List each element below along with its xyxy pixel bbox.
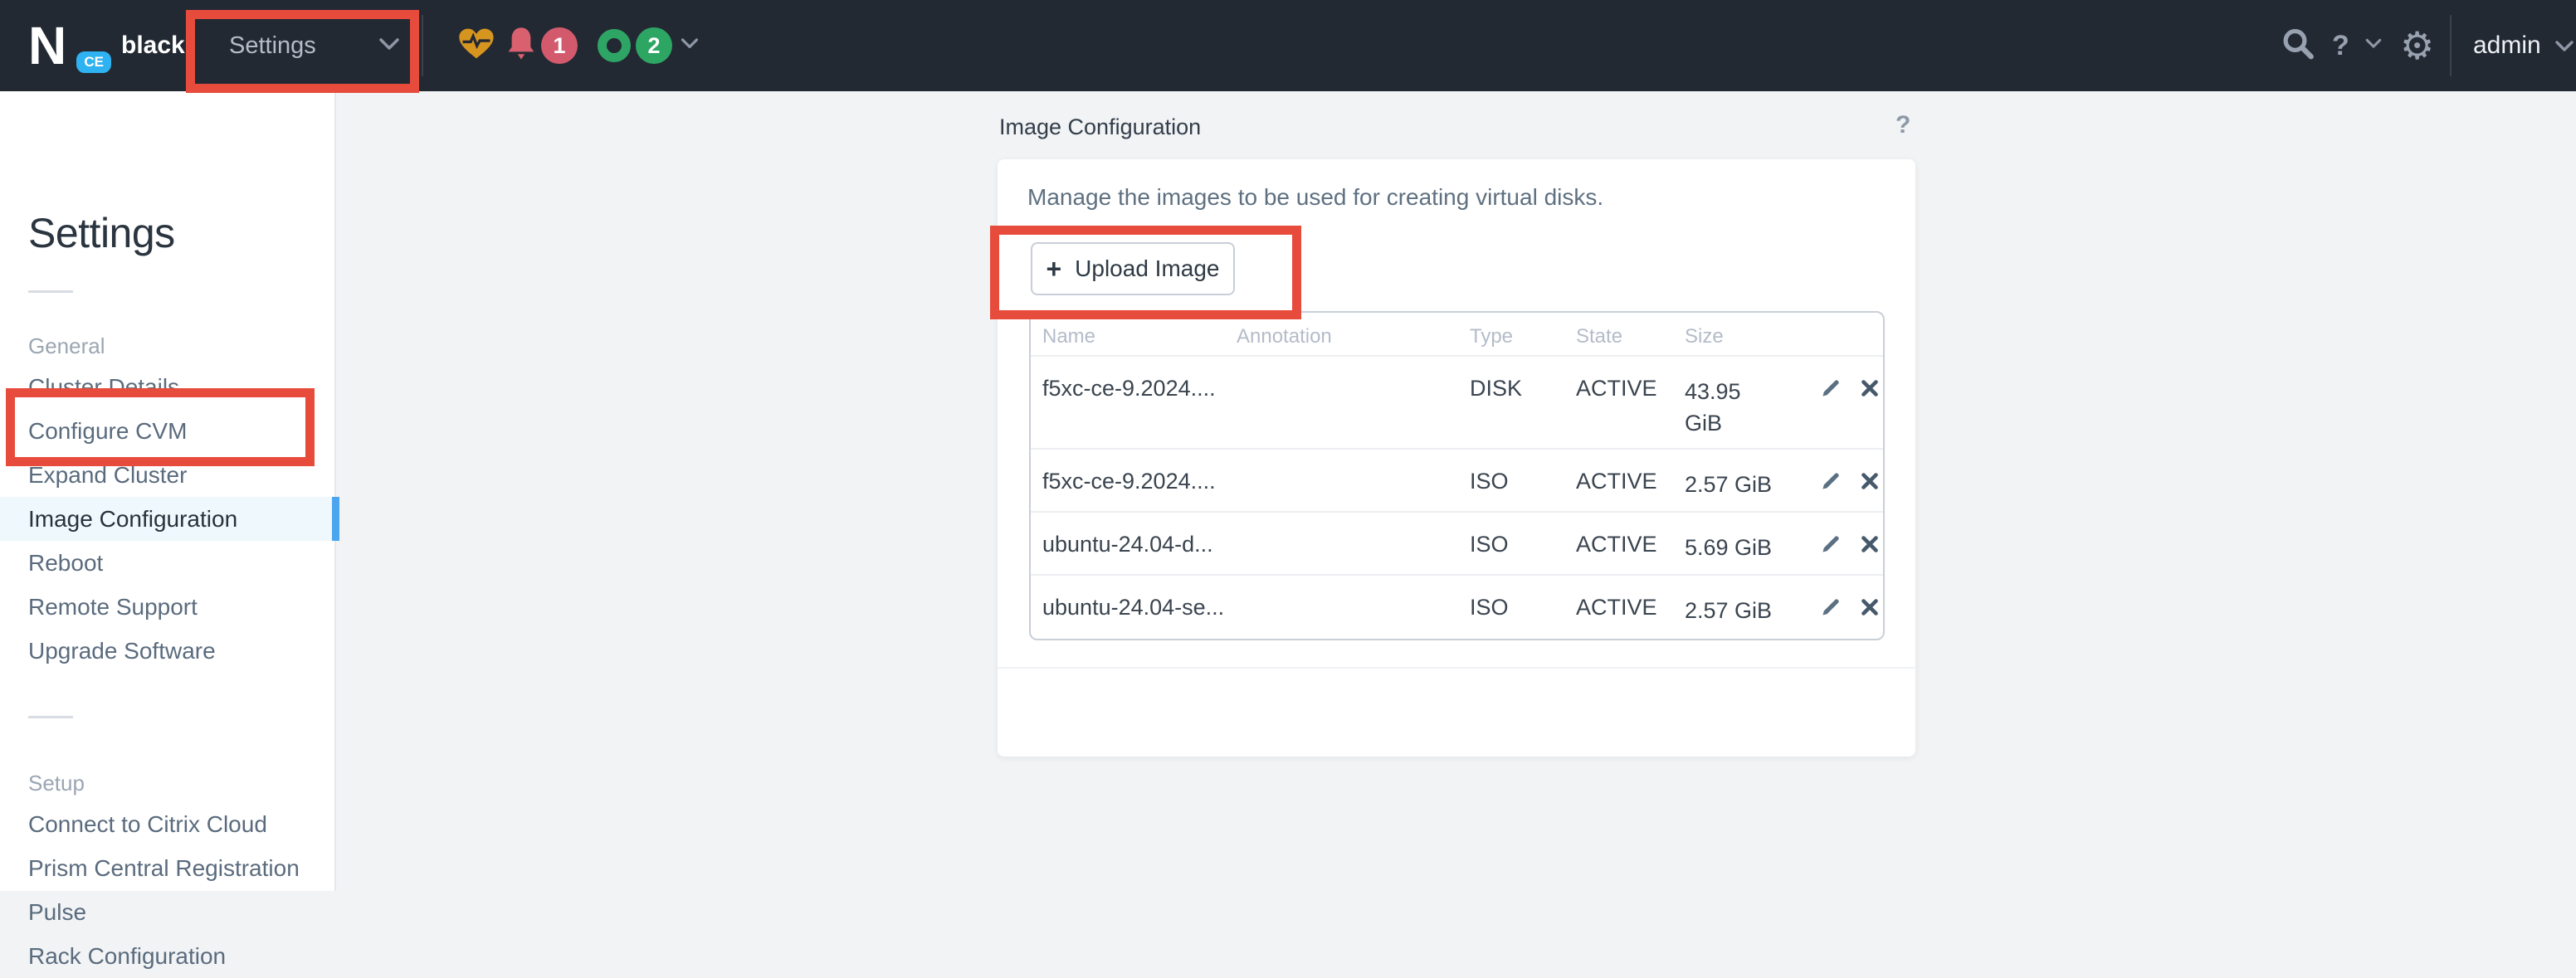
sidebar-divider [28, 716, 73, 718]
image-table-row[interactable]: f5xc-ce-9.2024.... ISO ACTIVE 2.57 GiB [1031, 450, 1883, 513]
navbar-divider [422, 15, 423, 76]
chevron-down-icon[interactable] [681, 38, 699, 54]
image-state-cell: ACTIVE [1576, 576, 1685, 639]
sidebar-item-remote-support[interactable]: Remote Support [0, 585, 334, 629]
column-header-name: Name [1031, 313, 1237, 357]
alerts-count-badge[interactable]: 1 [541, 27, 578, 64]
sidebar-items: Connect to Citrix CloudPrism Central Reg… [0, 802, 334, 978]
sidebar-sections: General Cluster DetailsConfigure CVMExpa… [0, 327, 334, 978]
search-icon[interactable] [2281, 27, 2315, 66]
column-header-state: State [1576, 313, 1685, 357]
image-state-cell: ACTIVE [1576, 513, 1685, 576]
edit-pencil-icon[interactable] [1820, 470, 1842, 492]
image-table-row[interactable]: ubuntu-24.04-d... ISO ACTIVE 5.69 GiB [1031, 513, 1883, 576]
image-configuration-card: Manage the images to be used for creatin… [998, 159, 1915, 757]
column-header-annotation: Annotation [1237, 313, 1470, 357]
chevron-down-icon [2554, 40, 2574, 52]
delete-x-icon[interactable] [1860, 378, 1880, 398]
card-description: Manage the images to be used for creatin… [1027, 184, 1603, 211]
gear-icon[interactable]: ⚙ [2400, 27, 2434, 65]
health-heart-icon[interactable] [458, 27, 495, 65]
ce-edition-badge: CE [73, 48, 115, 76]
help-icon[interactable]: ? [2332, 32, 2349, 60]
page-title: Image Configuration [999, 114, 1201, 140]
image-actions-cell [1820, 450, 1883, 513]
image-size-cell: 2.57 GiB [1685, 450, 1820, 513]
images-table: Name Annotation Type State Size f5xc-ce-… [1029, 311, 1885, 640]
image-type-cell: ISO [1470, 576, 1576, 639]
page-help-icon[interactable]: ? [1895, 111, 1910, 139]
image-actions-cell [1820, 513, 1883, 576]
images-table-body: f5xc-ce-9.2024.... DISK ACTIVE 43.95 GiB… [1031, 357, 1883, 639]
sidebar-item-cluster-details[interactable]: Cluster Details [0, 365, 334, 409]
sidebar-section-label: Setup [0, 764, 334, 802]
sidebar-item-configure-cvm[interactable]: Configure CVM [0, 409, 334, 453]
image-state-cell: ACTIVE [1576, 357, 1685, 450]
plus-icon: + [1046, 255, 1061, 282]
image-size-cell: 2.57 GiB [1685, 576, 1820, 639]
sidebar-item-expand-cluster[interactable]: Expand Cluster [0, 453, 334, 497]
settings-sidebar: Settings General Cluster DetailsConfigur… [0, 91, 336, 891]
edit-pencil-icon[interactable] [1820, 377, 1842, 399]
image-actions-cell [1820, 357, 1883, 450]
user-menu[interactable]: admin [2473, 32, 2574, 60]
alerts-bell-icon[interactable] [505, 26, 538, 66]
delete-x-icon[interactable] [1860, 471, 1880, 491]
upload-image-button[interactable]: + Upload Image [1031, 242, 1235, 295]
cluster-name[interactable]: black [121, 32, 185, 60]
delete-x-icon[interactable] [1860, 597, 1880, 617]
image-type-cell: DISK [1470, 357, 1576, 450]
card-footer-divider [998, 667, 1915, 669]
image-size-cell: 43.95 GiB [1685, 357, 1820, 450]
column-header-size: Size [1685, 313, 1820, 357]
nutanix-logo[interactable]: N CE [28, 17, 100, 75]
delete-x-icon[interactable] [1860, 534, 1880, 554]
sidebar-section: Setup Connect to Citrix CloudPrism Centr… [0, 764, 334, 978]
sidebar-item-upgrade-software[interactable]: Upgrade Software [0, 629, 334, 673]
sidebar-title: Settings [28, 209, 175, 257]
sidebar-item-rack-configuration[interactable]: Rack Configuration [0, 934, 334, 978]
image-name-cell: ubuntu-24.04-se... [1031, 576, 1237, 639]
sidebar-section: General Cluster DetailsConfigure CVMExpa… [0, 327, 334, 673]
table-header-row: Name Annotation Type State Size [1031, 313, 1883, 357]
image-actions-cell [1820, 576, 1883, 639]
tasks-ring-icon[interactable] [598, 29, 631, 62]
sidebar-item-reboot[interactable]: Reboot [0, 541, 334, 585]
image-state-cell: ACTIVE [1576, 450, 1685, 513]
image-type-cell: ISO [1470, 450, 1576, 513]
image-name-cell: f5xc-ce-9.2024.... [1031, 450, 1237, 513]
image-name-cell: ubuntu-24.04-d... [1031, 513, 1237, 576]
top-navbar: N CE black Settings 1 2 ? ⚙ [0, 0, 2576, 91]
image-table-row[interactable]: ubuntu-24.04-se... ISO ACTIVE 2.57 GiB [1031, 576, 1883, 639]
column-header-type: Type [1470, 313, 1576, 357]
navbar-divider [2450, 15, 2452, 76]
edit-pencil-icon[interactable] [1820, 533, 1842, 555]
column-header-actions [1820, 313, 1883, 357]
sidebar-item-prism-central-registration[interactable]: Prism Central Registration [0, 846, 334, 890]
upload-image-label: Upload Image [1075, 255, 1219, 282]
image-annotation-cell [1237, 357, 1470, 450]
sidebar-item-connect-to-citrix-cloud[interactable]: Connect to Citrix Cloud [0, 802, 334, 846]
tasks-count-badge[interactable]: 2 [636, 27, 672, 64]
sidebar-item-image-configuration[interactable]: Image Configuration [0, 497, 334, 541]
image-annotation-cell [1237, 576, 1470, 639]
image-size-cell: 5.69 GiB [1685, 513, 1820, 576]
sidebar-section-label: General [0, 327, 334, 365]
image-annotation-cell [1237, 513, 1470, 576]
sidebar-item-pulse[interactable]: Pulse [0, 890, 334, 934]
user-name: admin [2473, 32, 2541, 60]
chevron-down-icon [378, 37, 400, 55]
settings-menu-dropdown[interactable]: Settings [191, 0, 422, 91]
image-table-row[interactable]: f5xc-ce-9.2024.... DISK ACTIVE 43.95 GiB [1031, 357, 1883, 450]
settings-menu-label: Settings [229, 32, 316, 60]
chevron-down-icon[interactable] [2365, 38, 2382, 53]
image-name-cell: f5xc-ce-9.2024.... [1031, 357, 1237, 450]
edit-pencil-icon[interactable] [1820, 596, 1842, 618]
image-type-cell: ISO [1470, 513, 1576, 576]
image-annotation-cell [1237, 450, 1470, 513]
sidebar-items: Cluster DetailsConfigure CVMExpand Clust… [0, 365, 334, 673]
sidebar-divider [28, 290, 73, 293]
